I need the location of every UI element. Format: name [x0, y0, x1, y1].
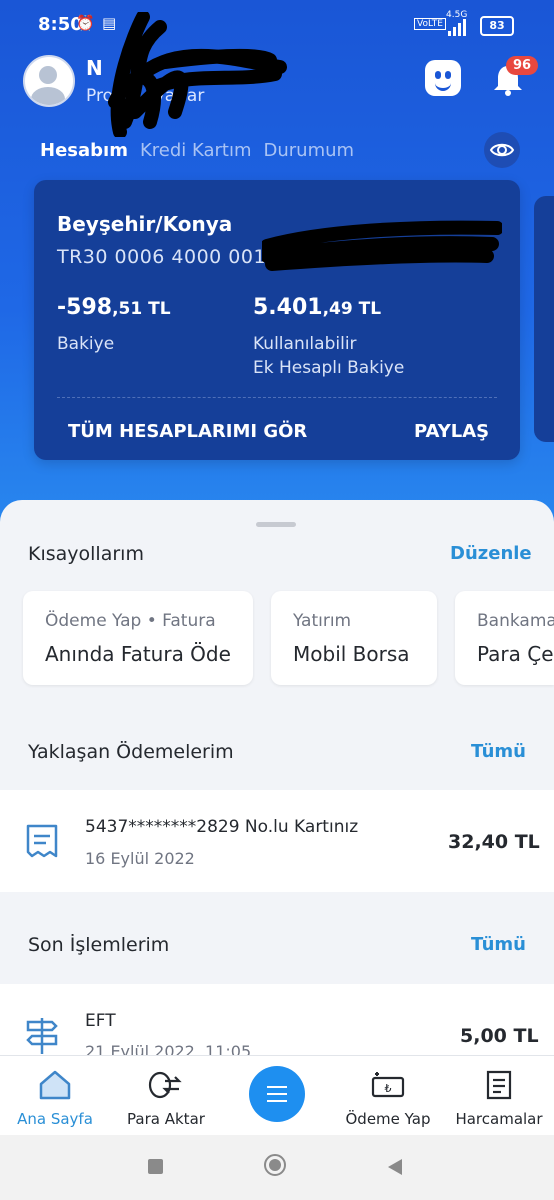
balance-label: Bakiye [57, 334, 115, 354]
card-divider [57, 397, 497, 398]
svg-text:₺: ₺ [385, 1082, 392, 1095]
payment-date: 16 Eylül 2022 [85, 849, 195, 868]
signpost-icon [26, 1018, 58, 1054]
eye-icon[interactable] [484, 132, 520, 168]
next-account-card-peek[interactable] [534, 196, 554, 442]
back-button[interactable] [386, 1157, 404, 1177]
user-name: N [86, 56, 103, 80]
nav-payment-label: Ödeme Yap [345, 1110, 431, 1128]
expenses-icon [486, 1070, 512, 1100]
tab-durumum[interactable]: Durumum [264, 140, 355, 161]
account-card[interactable]: Beyşehir/Konya TR30 0006 4000 0014 -598,… [34, 180, 520, 460]
nav-expenses-label: Harcamalar [455, 1110, 543, 1128]
nav-transfer[interactable]: Para Aktar [111, 1056, 221, 1136]
available-balance-amount: 5.401,49 TL [253, 295, 382, 320]
redaction-scribble [108, 12, 287, 137]
nav-home[interactable]: Ana Sayfa [0, 1056, 110, 1136]
tab-hesabim[interactable]: Hesabım [40, 140, 128, 161]
available-label-2: Ek Hesaplı Bakiye [253, 358, 405, 378]
volte-icon: VoLTE [414, 18, 446, 30]
share-button[interactable]: PAYLAŞ [414, 421, 489, 442]
home-system-button[interactable] [264, 1154, 286, 1176]
nav-expenses[interactable]: Harcamalar [444, 1056, 554, 1136]
notification-badge: 96 [506, 56, 539, 75]
iban-redaction [262, 220, 502, 271]
shortcut-category: Yatırım [293, 611, 352, 631]
balance-amount: -598,51 TL [57, 295, 171, 320]
avatar[interactable] [23, 55, 75, 107]
account-iban: TR30 0006 4000 0014 [57, 246, 279, 268]
shortcut-name: Anında Fatura Öde [45, 642, 231, 666]
shortcuts-edit-link[interactable]: Düzenle [450, 543, 532, 564]
recents-button[interactable] [148, 1159, 163, 1174]
shortcut-card[interactable]: Bankamatik Para Çek [455, 591, 554, 685]
shortcut-name: Mobil Borsa [293, 642, 410, 666]
signal-icon [448, 16, 466, 36]
account-branch: Beyşehir/Konya [57, 212, 233, 236]
payment-title: 5437********2829 No.lu Kartınız [85, 817, 359, 837]
alarm-icon: ⏰ [76, 14, 95, 32]
home-icon [39, 1070, 71, 1100]
shortcut-name: Para Çek [477, 642, 554, 666]
recent-all-link[interactable]: Tümü [471, 934, 526, 955]
system-navigation-bar [0, 1135, 554, 1200]
receipt-icon [26, 824, 58, 858]
menu-button[interactable] [249, 1066, 305, 1122]
upcoming-all-link[interactable]: Tümü [471, 741, 526, 762]
upcoming-payments-title: Yaklaşan Ödemelerim [28, 741, 234, 763]
shortcut-category: Bankamatik [477, 611, 554, 631]
nav-payment[interactable]: ₺ Ödeme Yap [333, 1056, 443, 1136]
shortcut-card[interactable]: Ödeme Yap • Fatura Anında Fatura Öde [23, 591, 253, 685]
available-label-1: Kullanılabilir [253, 334, 357, 354]
tab-kredi-kartim[interactable]: Kredi Kartım [140, 140, 252, 161]
recent-transactions-title: Son İşlemlerim [28, 934, 170, 956]
transaction-title: EFT [85, 1011, 116, 1031]
account-tabs: Hesabım Kredi Kartım Durumum [40, 140, 354, 161]
shortcuts-title: Kısayollarım [28, 543, 144, 565]
mascot-icon[interactable] [425, 60, 461, 96]
shortcut-card[interactable]: Yatırım Mobil Borsa [271, 591, 437, 685]
upcoming-payment-row[interactable]: 5437********2829 No.lu Kartınız 16 Eylül… [0, 790, 554, 892]
payment-icon: ₺ [371, 1072, 405, 1098]
see-all-accounts-button[interactable]: TÜM HESAPLARIMI GÖR [68, 421, 307, 442]
payment-amount: 32,40 TL [448, 831, 540, 853]
nav-home-label: Ana Sayfa [17, 1110, 93, 1128]
battery-icon: 83 [480, 16, 514, 36]
nav-transfer-label: Para Aktar [127, 1110, 205, 1128]
transaction-date: 21 Eylül 2022, 11:05 [85, 1042, 252, 1055]
transaction-amount: 5,00 TL [460, 1025, 539, 1047]
shortcut-category: Ödeme Yap • Fatura [45, 611, 216, 631]
transaction-row[interactable]: EFT 21 Eylül 2022, 11:05 5,00 TL [0, 984, 554, 1055]
transfer-icon [148, 1071, 182, 1099]
sheet-handle[interactable] [256, 522, 296, 527]
